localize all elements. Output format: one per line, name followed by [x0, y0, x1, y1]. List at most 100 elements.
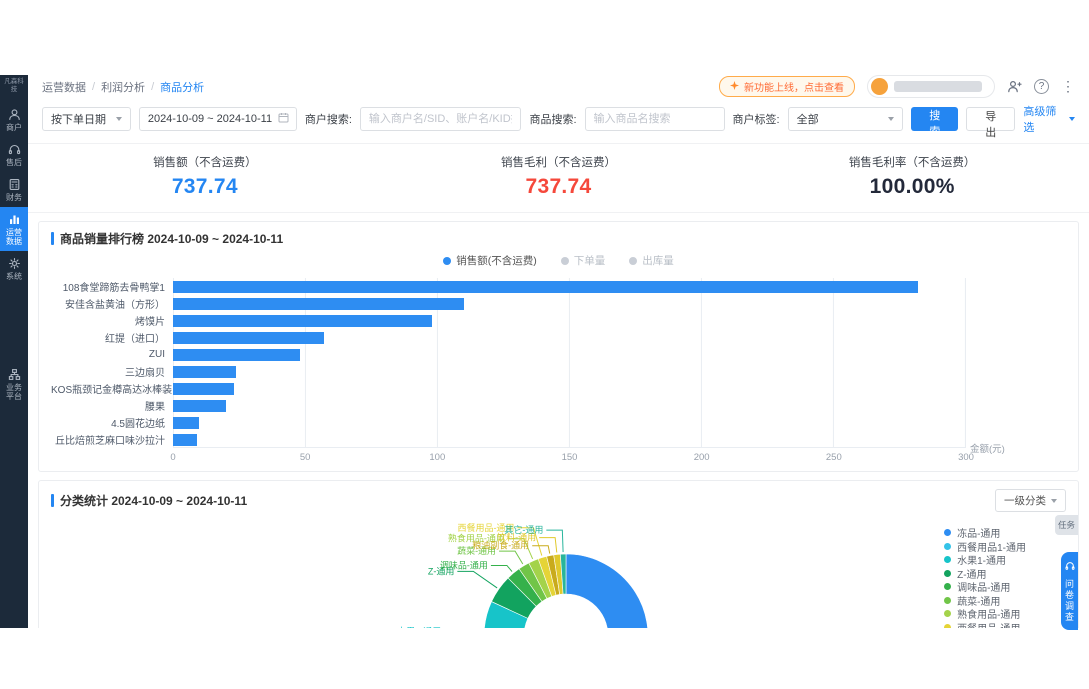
product-search-input[interactable] [585, 107, 725, 131]
sidebar-item-label: 财务 [3, 193, 25, 202]
category-legend: 冻品-通用西餐用品1-通用水果1-通用Z-通用调味品-通用蔬菜-通用熟食用品-通… [944, 526, 1026, 628]
task-float-button[interactable]: 任务 [1055, 515, 1078, 535]
category-title-text: 分类统计 2024-10-09 ~ 2024-10-11 [60, 492, 247, 509]
breadcrumb-separator: / [92, 81, 95, 93]
bar-chart-icon [8, 213, 21, 226]
legend-item[interactable]: 销售额(不含运费) [443, 253, 537, 268]
stat-label: 销售毛利率（不含运费） [735, 154, 1089, 170]
pie-legend-item[interactable]: 冻品-通用 [944, 526, 1026, 540]
bar-track [173, 400, 966, 412]
advanced-filter-label: 高级筛选 [1023, 103, 1065, 135]
gear-icon [8, 257, 21, 270]
bar[interactable] [173, 315, 432, 327]
bar-row: ZUI [51, 346, 966, 363]
bar-track [173, 366, 966, 378]
sidebar-item-system[interactable]: 系统 [0, 251, 28, 286]
bar-track [173, 383, 966, 395]
date-range-value: 2024-10-09 ~ 2024-10-11 [148, 113, 272, 125]
category-donut-svg: 西餐用品1-通用水果1-通用Z-通用调味品-通用蔬菜-通用熟食用品-通用西餐用品… [51, 512, 1066, 628]
merchant-tag-label: 商户标签: [733, 111, 780, 127]
bar[interactable] [173, 349, 300, 361]
bar-row: KOS瓶颈记金樽高达冰棒装 [51, 380, 966, 397]
stat-value: 737.74 [382, 175, 736, 199]
breadcrumb-item[interactable]: 利润分析 [101, 79, 145, 95]
bar-row: 安佳含盐黄油（方形） [51, 295, 966, 312]
export-button[interactable]: 导出 [966, 107, 1015, 131]
bar[interactable] [173, 400, 226, 412]
legend-dot [944, 529, 951, 536]
bar[interactable] [173, 281, 918, 293]
legend-label: 下单量 [574, 253, 606, 268]
headset-icon [8, 143, 21, 156]
title-accent-bar [51, 232, 54, 245]
bar[interactable] [173, 298, 464, 310]
sidebar-item-business-platform[interactable]: 业务平台 [0, 362, 28, 406]
pie-legend-item[interactable]: 调味品-通用 [944, 580, 1026, 594]
sidebar-item-label: 系统 [3, 272, 25, 281]
category-card-header: 分类统计 2024-10-09 ~ 2024-10-11 一级分类 [51, 489, 1066, 512]
calendar-icon [278, 112, 289, 126]
pie-legend-item[interactable]: 蔬菜-通用 [944, 594, 1026, 608]
bar-chart-legend: 销售额(不含运费) 下单量 出库量 [51, 253, 1066, 268]
pie-legend-item[interactable]: 熟食用品-通用 [944, 607, 1026, 621]
legend-item[interactable]: 下单量 [561, 253, 606, 268]
bar[interactable] [173, 366, 236, 378]
merchant-search-input[interactable] [360, 107, 522, 131]
bar[interactable] [173, 332, 324, 344]
category-card: 分类统计 2024-10-09 ~ 2024-10-11 一级分类 西餐用品1-… [38, 480, 1079, 628]
pie-legend-item[interactable]: 水果1-通用 [944, 553, 1026, 567]
pie-legend-item[interactable]: 西餐用品1-通用 [944, 540, 1026, 554]
axis-tick: 0 [170, 452, 175, 463]
advanced-filter-link[interactable]: 高级筛选 [1023, 103, 1075, 135]
app-window: 凡森科技 商户 售后 财务 运营数据 [0, 75, 1089, 628]
sidebar-item-aftersale[interactable]: 售后 [0, 137, 28, 172]
category-level-select[interactable]: 一级分类 [995, 489, 1066, 512]
legend-dot [944, 624, 951, 628]
more-menu-icon[interactable]: ⋮ [1061, 78, 1075, 95]
axis-tick: 250 [826, 452, 842, 463]
legend-item[interactable]: 出库量 [629, 253, 674, 268]
new-feature-badge[interactable]: 新功能上线，点击查看 [719, 76, 855, 97]
page: { "sidebar": { "logo": "凡森科技", "items": … [0, 0, 1089, 689]
sidebar-item-label: 业务平台 [3, 383, 25, 401]
legend-dot [944, 543, 951, 550]
user-pill[interactable] [867, 75, 995, 98]
username-redacted [894, 81, 982, 92]
bar[interactable] [173, 417, 199, 429]
legend-dot [944, 610, 951, 617]
date-type-select[interactable]: 按下单日期 [42, 107, 131, 131]
bar[interactable] [173, 434, 197, 446]
legend-label: 出库量 [642, 253, 674, 268]
survey-float-button[interactable]: 问卷调查 [1061, 552, 1078, 630]
avatar [871, 78, 888, 95]
org-chart-icon [8, 368, 21, 381]
legend-label: 西餐用品-通用 [957, 620, 1020, 628]
legend-dot [944, 570, 951, 577]
sidebar-item-finance[interactable]: 财务 [0, 172, 28, 207]
ranking-card-header: 商品销量排行榜 2024-10-09 ~ 2024-10-11 [51, 230, 1066, 247]
axis-tick: 200 [694, 452, 710, 463]
bar-category-label: KOS瓶颈记金樽高达冰棒装 [51, 381, 173, 396]
contacts-icon[interactable] [1007, 79, 1022, 94]
spark-icon [730, 81, 739, 93]
pie-legend-item[interactable]: 西餐用品-通用 [944, 621, 1026, 629]
merchant-tag-select[interactable]: 全部 [788, 107, 904, 131]
filter-bar: 按下单日期 2024-10-09 ~ 2024-10-11 商户搜索: 商品搜索… [28, 98, 1089, 144]
sidebar-item-operations-data[interactable]: 运营数据 [0, 207, 28, 251]
product-search-label: 商品搜索: [529, 111, 576, 127]
breadcrumb: 运营数据 / 利润分析 / 商品分析 [42, 79, 204, 95]
date-range-input[interactable]: 2024-10-09 ~ 2024-10-11 [139, 107, 297, 131]
ranking-card-title: 商品销量排行榜 2024-10-09 ~ 2024-10-11 [51, 230, 283, 247]
search-button[interactable]: 搜索 [911, 107, 958, 131]
survey-label: 问卷调查 [1063, 579, 1076, 623]
breadcrumb-current: 商品分析 [160, 79, 204, 95]
bar[interactable] [173, 383, 234, 395]
help-icon[interactable]: ? [1034, 79, 1049, 94]
category-card-title: 分类统计 2024-10-09 ~ 2024-10-11 [51, 492, 247, 509]
bar-row: 腰果 [51, 397, 966, 414]
sidebar-item-label: 运营数据 [3, 228, 25, 246]
pie-legend-item[interactable]: Z-通用 [944, 567, 1026, 581]
axis-tick: 50 [300, 452, 311, 463]
breadcrumb-item[interactable]: 运营数据 [42, 79, 86, 95]
sidebar-item-merchant[interactable]: 商户 [0, 102, 28, 137]
